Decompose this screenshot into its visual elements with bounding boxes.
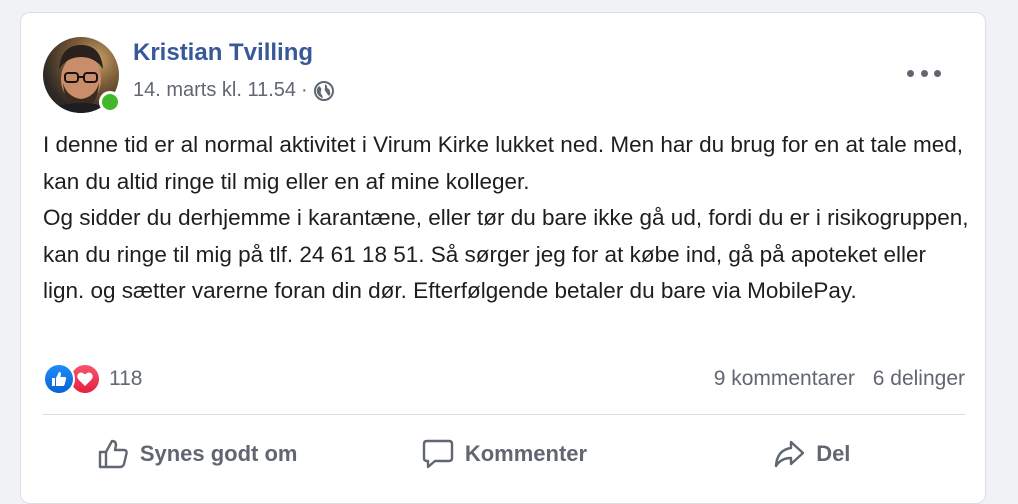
reactions-summary[interactable]: 118 — [43, 363, 142, 395]
post-stats: 118 9 kommentarer 6 delinger — [43, 359, 965, 399]
comment-button-label: Kommenter — [464, 441, 588, 466]
action-bar: Synes godt om Kommenter Del — [43, 427, 965, 481]
comment-button[interactable]: Kommenter — [350, 427, 657, 481]
meta-separator: · — [301, 79, 308, 101]
more-options-button[interactable] — [907, 63, 941, 83]
like-button-label: Synes godt om — [139, 441, 298, 466]
reactions-count: 118 — [109, 367, 143, 390]
online-status-dot — [99, 91, 121, 113]
like-reaction-icon — [43, 363, 75, 395]
post-timestamp[interactable]: 14. marts kl. 11.54 — [133, 79, 296, 102]
share-button-label: Del — [816, 441, 851, 466]
more-dot-icon — [907, 69, 914, 77]
comments-count-link[interactable]: 9 kommentarer — [714, 367, 855, 390]
like-button[interactable]: Synes godt om — [43, 427, 350, 481]
post-card: Kristian Tvilling 14. marts kl. 11.54 · … — [20, 12, 986, 504]
post-paragraph: I denne tid er al normal aktivitet i Vir… — [43, 132, 964, 194]
comment-icon — [422, 439, 454, 469]
engagement-counts: 9 kommentarer 6 delinger — [714, 367, 965, 391]
author-name[interactable]: Kristian Tvilling — [133, 39, 313, 67]
shares-count-link[interactable]: 6 delinger — [873, 367, 965, 390]
divider — [43, 414, 965, 415]
post-header: Kristian Tvilling 14. marts kl. 11.54 · — [43, 35, 963, 115]
share-button[interactable]: Del — [658, 427, 965, 481]
more-dot-icon — [934, 69, 941, 77]
share-icon — [774, 440, 805, 468]
avatar[interactable] — [43, 37, 121, 113]
post-paragraph: Og sidder du derhjemme i karantæne, elle… — [43, 205, 969, 303]
post-text: I denne tid er al normal aktivitet i Vir… — [43, 127, 973, 310]
post-meta: 14. marts kl. 11.54 · — [133, 79, 335, 102]
more-dot-icon — [920, 69, 928, 77]
globe-icon[interactable] — [313, 80, 335, 102]
thumbs-up-icon — [98, 439, 128, 469]
